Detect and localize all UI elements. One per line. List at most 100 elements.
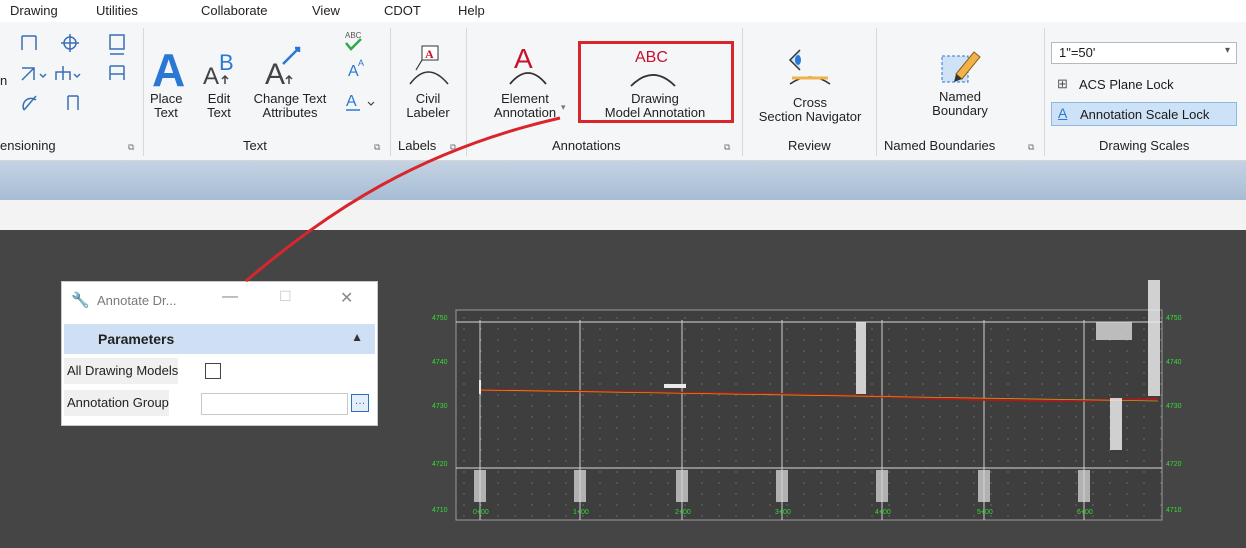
- grid-dot: [497, 438, 499, 440]
- grid-dot: [565, 416, 567, 418]
- labels-launcher-icon[interactable]: ⧉: [450, 142, 456, 153]
- menu-utilities[interactable]: Utilities: [96, 3, 138, 18]
- minimize-icon[interactable]: —: [222, 288, 238, 306]
- element-annotation-button[interactable]: Element Annotation: [476, 92, 574, 120]
- element-annotation-label-1: Element: [501, 91, 549, 106]
- grid-dot: [1143, 317, 1145, 319]
- grid-dot: [667, 317, 669, 319]
- grid-dot: [973, 438, 975, 440]
- cross-section-navigator-button[interactable]: Cross Section Navigator: [752, 96, 868, 124]
- grid-dot: [854, 328, 856, 330]
- text-small-tools-icon[interactable]: ABC A A A: [340, 28, 380, 120]
- menu-cdot[interactable]: CDOT: [384, 3, 421, 18]
- grid-dot: [871, 405, 873, 407]
- grid-dot: [786, 383, 788, 385]
- place-text-label-2: Text: [154, 105, 178, 120]
- parameters-header[interactable]: Parameters ▲: [64, 324, 375, 354]
- grid-dot: [633, 493, 635, 495]
- svg-text:B: B: [219, 50, 234, 75]
- grid-dot: [888, 427, 890, 429]
- grid-dot: [837, 438, 839, 440]
- grid-dot: [1007, 438, 1009, 440]
- annotations-launcher-icon[interactable]: ⧉: [724, 142, 730, 153]
- grid-dot: [1058, 471, 1060, 473]
- menu-view[interactable]: View: [312, 3, 340, 18]
- collapse-chevron-icon[interactable]: ▲: [351, 330, 363, 344]
- grid-dot: [973, 504, 975, 506]
- dimension-tools-icon[interactable]: [18, 30, 138, 120]
- grid-dot: [1007, 482, 1009, 484]
- grid-dot: [1041, 339, 1043, 341]
- grid-dot: [1126, 493, 1128, 495]
- annotation-scale-lock-button[interactable]: A Annotation Scale Lock: [1051, 102, 1237, 126]
- grid-dot: [905, 438, 907, 440]
- close-icon[interactable]: ✕: [340, 288, 353, 308]
- grid-dot: [735, 328, 737, 330]
- grid-dot: [769, 438, 771, 440]
- y-axis-labels-right: 4750 4740 4730 4720 4710: [1166, 315, 1182, 514]
- menu-collaborate[interactable]: Collaborate: [201, 3, 268, 18]
- grid-dot: [1143, 383, 1145, 385]
- grid-dot: [871, 350, 873, 352]
- grid-dot: [803, 383, 805, 385]
- grid-dot: [633, 383, 635, 385]
- grid-dot: [871, 471, 873, 473]
- dimensioning-launcher-icon[interactable]: ⧉: [128, 142, 134, 153]
- acs-plane-lock-button[interactable]: ⊞ ACS Plane Lock: [1051, 74, 1235, 96]
- grid-dot: [735, 416, 737, 418]
- grid-dot: [1092, 493, 1094, 495]
- grid-dot: [905, 515, 907, 517]
- grid-dot: [1126, 482, 1128, 484]
- grid-dot: [650, 427, 652, 429]
- menu-drawing[interactable]: Drawing: [10, 3, 58, 18]
- dimensioning-group-label: ensioning: [0, 138, 56, 153]
- grid-dot: [599, 504, 601, 506]
- grid-dot: [990, 350, 992, 352]
- grid-dot: [803, 405, 805, 407]
- grid-dot: [1058, 372, 1060, 374]
- grid-dot: [497, 350, 499, 352]
- all-drawing-models-checkbox[interactable]: [205, 363, 221, 379]
- grid-dot: [956, 449, 958, 451]
- maximize-icon[interactable]: ☐: [279, 288, 292, 305]
- grid-dot: [718, 394, 720, 396]
- svg-text:ABC: ABC: [345, 31, 362, 40]
- edit-text-button[interactable]: Edit Text: [203, 92, 235, 120]
- menu-help[interactable]: Help: [458, 3, 485, 18]
- text-launcher-icon[interactable]: ⧉: [374, 142, 380, 153]
- grid-dot: [939, 427, 941, 429]
- grid-dot: [803, 449, 805, 451]
- grid-dot: [752, 438, 754, 440]
- element-annotation-dropdown-icon[interactable]: ▾: [561, 102, 566, 113]
- grid-dot: [1075, 471, 1077, 473]
- change-text-attributes-button[interactable]: Change Text Attributes: [250, 92, 330, 120]
- grid-dot: [1041, 405, 1043, 407]
- place-text-button[interactable]: Place Text: [150, 92, 183, 120]
- grid-dot: [1143, 394, 1145, 396]
- grid-dot: [803, 416, 805, 418]
- browse-ellipsis-icon[interactable]: …: [351, 394, 369, 412]
- grid-dot: [752, 350, 754, 352]
- grid-dot: [531, 405, 533, 407]
- grid-dot: [582, 383, 584, 385]
- scale-select[interactable]: 1"=50' ▾: [1051, 42, 1237, 64]
- grid-dot: [531, 449, 533, 451]
- grid-dot: [888, 504, 890, 506]
- grid-dot: [463, 317, 465, 319]
- civil-labeler-button[interactable]: Civil Labeler: [402, 92, 454, 120]
- grid-dot: [480, 328, 482, 330]
- grid-dot: [463, 350, 465, 352]
- grid-dot: [480, 394, 482, 396]
- named-boundaries-launcher-icon[interactable]: ⧉: [1028, 142, 1034, 153]
- grid-dot: [650, 372, 652, 374]
- named-boundary-button[interactable]: Named Boundary: [908, 90, 1012, 118]
- civil-labeler-icon: A: [409, 45, 449, 85]
- grid-dot: [548, 405, 550, 407]
- grid-dot: [497, 383, 499, 385]
- annotation-group-field[interactable]: [201, 393, 348, 415]
- grid-dot: [1160, 350, 1162, 352]
- station-label: 1+00: [573, 509, 589, 516]
- grid-dot: [480, 416, 482, 418]
- dimensioning-group: n ensioning ⧉: [0, 22, 140, 160]
- grid-dot: [531, 361, 533, 363]
